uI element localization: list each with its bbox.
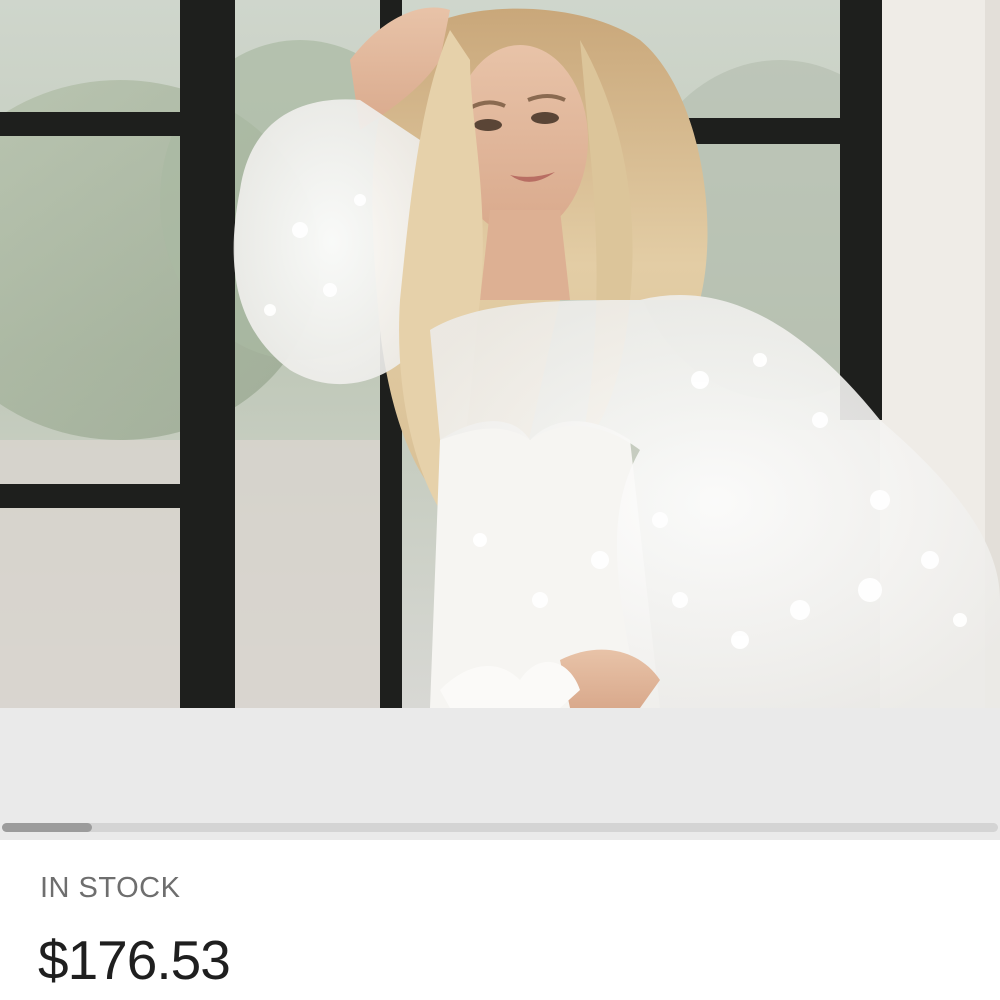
gallery-scrollbar-thumb[interactable] bbox=[2, 823, 92, 832]
product-photo[interactable] bbox=[0, 0, 1000, 708]
stock-status-label: IN STOCK bbox=[40, 872, 181, 904]
product-info: IN STOCK $176.53 bbox=[0, 840, 1000, 1000]
gallery-strip bbox=[0, 708, 1000, 840]
product-page: IN STOCK $176.53 bbox=[0, 0, 1000, 1000]
gallery-scrollbar[interactable] bbox=[2, 823, 998, 832]
product-photo-illustration bbox=[0, 0, 1000, 708]
product-price: $176.53 bbox=[38, 929, 231, 991]
